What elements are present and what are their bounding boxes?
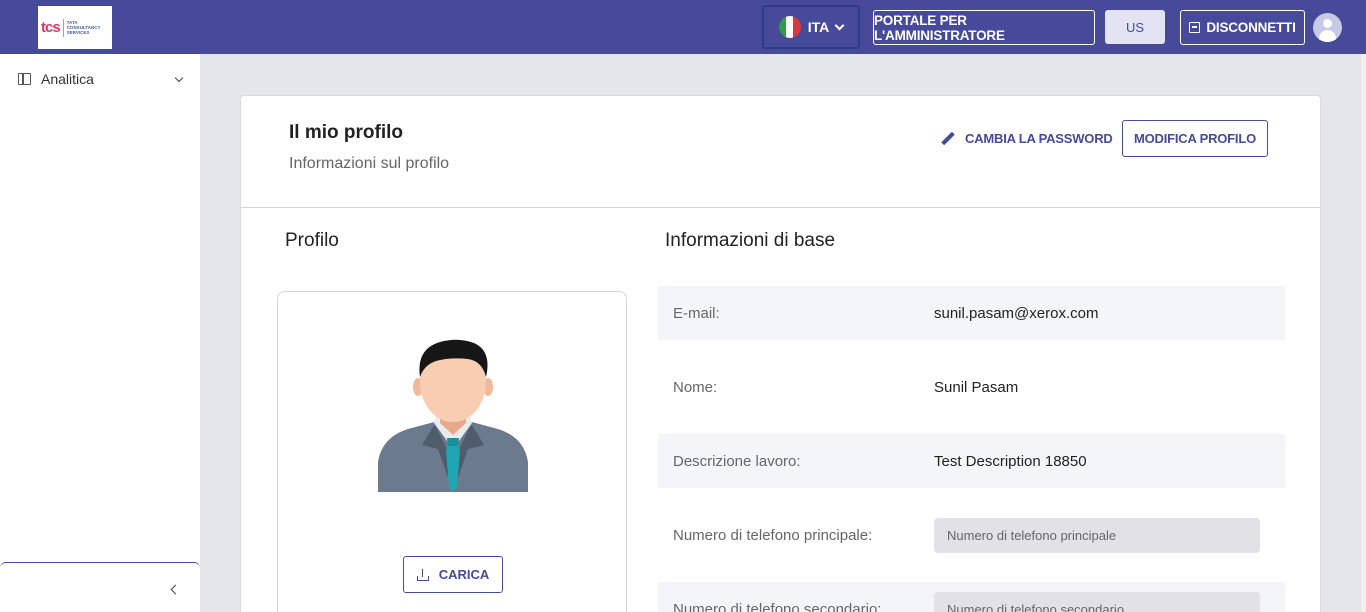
field-label: Descrizione lavoro: <box>673 452 801 470</box>
change-password-button[interactable]: CAMBIA LA PASSWORD <box>941 131 1113 146</box>
field-value: Sunil Pasam <box>934 378 1019 396</box>
logout-icon <box>1189 22 1201 33</box>
panel-icon <box>18 73 31 85</box>
info-row-email: E-mail: sunil.pasam@xerox.com <box>658 286 1285 340</box>
italy-flag-icon <box>778 16 801 38</box>
field-value: sunil.pasam@xerox.com <box>934 304 1099 322</box>
field-label: Nome: <box>673 378 718 396</box>
section-title-basic-info: Informazioni di base <box>665 230 836 251</box>
user-avatar[interactable] <box>1313 13 1342 42</box>
region-button[interactable]: US <box>1105 10 1165 44</box>
profile-header: Il mio profilo Informazioni sul profilo … <box>241 96 1320 208</box>
sidebar-item-label: Analitica <box>41 71 94 87</box>
avatar-body <box>1319 30 1336 42</box>
page-title: Il mio profilo <box>289 122 403 143</box>
tcs-logo[interactable]: tcs TATA CONSULTANCY SERVICES <box>38 6 112 49</box>
profile-photo-panel: CARICA <box>277 291 627 612</box>
info-row-name: Nome: Sunil Pasam <box>658 340 1285 434</box>
language-selector[interactable]: ITA <box>762 5 860 49</box>
sidebar: Analitica <box>0 54 200 612</box>
logo-subtext: TATA CONSULTANCY SERVICES <box>67 20 101 35</box>
sidebar-footer <box>0 562 200 612</box>
section-title-profile: Profilo <box>285 230 339 251</box>
info-row-primary-phone: Numero di telefono principale: <box>658 488 1285 582</box>
info-row-job-description: Descrizione lavoro: Test Description 188… <box>658 434 1285 488</box>
upload-icon <box>416 568 429 581</box>
logout-button[interactable]: DISCONNETTI <box>1180 10 1305 45</box>
info-row-secondary-phone: Numero di telefono secondario: <box>658 582 1285 612</box>
logout-label: DISCONNETTI <box>1206 20 1296 35</box>
admin-portal-button[interactable]: PORTALE PER L'AMMINISTRATORE <box>873 10 1095 45</box>
change-password-label: CAMBIA LA PASSWORD <box>965 131 1113 146</box>
profile-card: Il mio profilo Informazioni sul profilo … <box>240 95 1321 612</box>
chevron-down-icon <box>834 20 845 30</box>
avatar-head <box>1323 19 1332 28</box>
upload-button[interactable]: CARICA <box>403 556 503 593</box>
collapse-sidebar-icon[interactable] <box>170 584 181 595</box>
primary-phone-input[interactable] <box>934 517 1260 553</box>
basic-info-list: E-mail: sunil.pasam@xerox.com Nome: Suni… <box>658 286 1285 612</box>
upload-label: CARICA <box>438 567 490 582</box>
field-label: Numero di telefono secondario: <box>673 600 882 612</box>
field-value: Test Description 18850 <box>934 452 1087 470</box>
logo-divider <box>62 18 64 37</box>
field-label: Numero di telefono principale: <box>673 526 873 544</box>
pencil-icon <box>941 132 955 146</box>
top-bar: tcs TATA CONSULTANCY SERVICES ITA PORTAL… <box>0 0 1366 54</box>
scrollbar[interactable] <box>1361 54 1366 612</box>
chevron-down-icon <box>174 73 184 83</box>
language-label: ITA <box>807 19 830 35</box>
secondary-phone-input[interactable] <box>934 591 1260 612</box>
logo-text: tcs <box>41 19 61 36</box>
edit-profile-button[interactable]: MODIFICA PROFILO <box>1122 120 1268 157</box>
avatar-illustration <box>378 339 528 492</box>
field-label: E-mail: <box>673 304 720 322</box>
page-subtitle: Informazioni sul profilo <box>289 155 450 172</box>
logo-subtext-line: SERVICES <box>66 30 90 35</box>
sidebar-item-analitica[interactable]: Analitica <box>18 69 190 89</box>
